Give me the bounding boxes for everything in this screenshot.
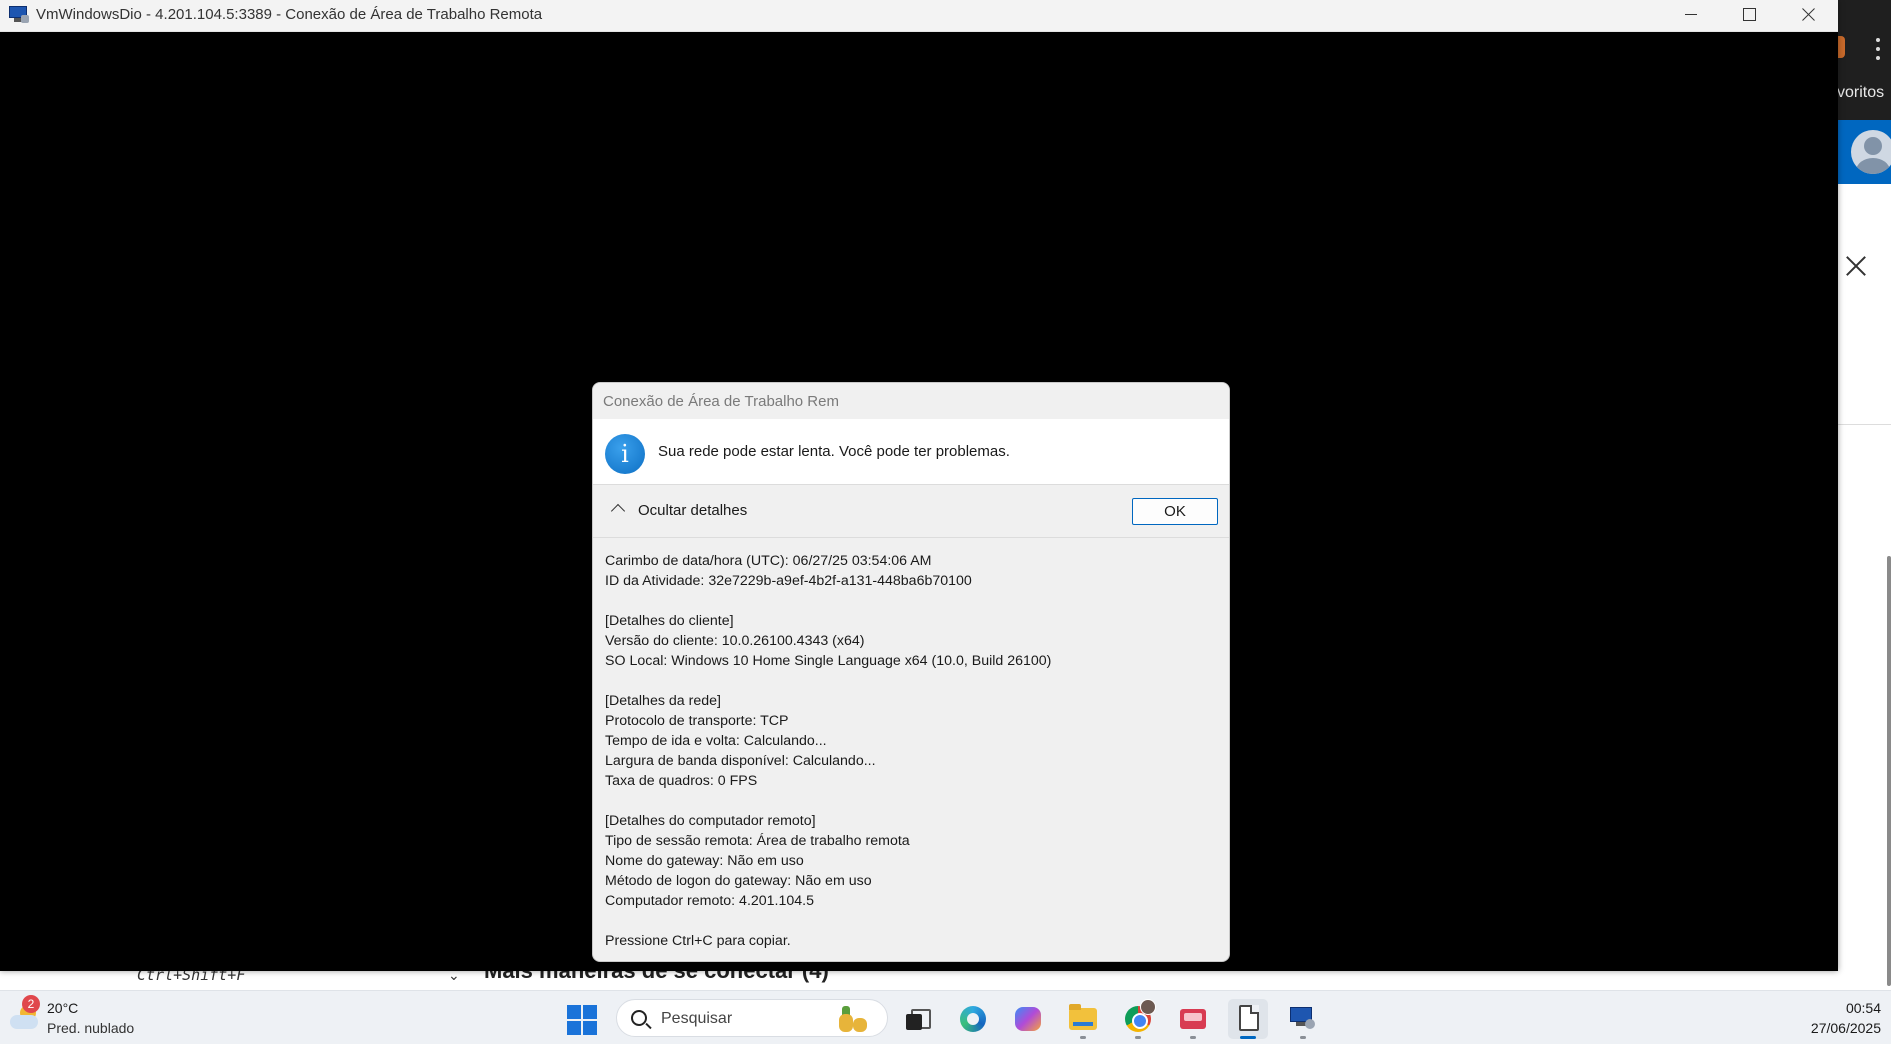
- taskbar: 2 20°C Pred. nublado Pesquisar 00:54 27/…: [0, 990, 1891, 1044]
- background-page: [0, 970, 1837, 990]
- start-button[interactable]: [567, 1005, 597, 1035]
- copilot-icon: [1015, 1007, 1041, 1031]
- dialog-title: Conexão de Área de Trabalho Rem: [603, 393, 839, 410]
- running-indicator: [1190, 1036, 1196, 1039]
- clock-date[interactable]: 27/06/2025: [1811, 1020, 1881, 1036]
- window-titlebar[interactable]: VmWindowsDio - 4.201.104.5:3389 - Conexã…: [0, 0, 1838, 32]
- scrollbar[interactable]: [1887, 556, 1891, 986]
- running-indicator: [1080, 1036, 1086, 1039]
- profile-badge-icon: [1140, 999, 1156, 1015]
- close-window-button[interactable]: [1780, 0, 1838, 32]
- taskbar-app-file-explorer[interactable]: [1063, 999, 1103, 1039]
- detail-line: Nome do gateway: Não em uso: [605, 853, 804, 869]
- detail-line: [Detalhes da rede]: [605, 693, 721, 709]
- detail-line: [Detalhes do cliente]: [605, 613, 734, 629]
- chevron-up-icon[interactable]: [610, 503, 626, 519]
- active-indicator: [1240, 1036, 1256, 1039]
- detail-line: Taxa de quadros: 0 FPS: [605, 773, 758, 789]
- detail-line: Pressione Ctrl+C para copiar.: [605, 933, 791, 949]
- hide-details-toggle[interactable]: Ocultar detalhes: [638, 502, 747, 519]
- detail-line: [Detalhes do computador remoto]: [605, 813, 816, 829]
- notepad-icon: [1239, 1005, 1259, 1031]
- extension-icon[interactable]: [1837, 36, 1845, 58]
- taskview-icon: [905, 1009, 931, 1030]
- weather-badge: 2: [22, 995, 40, 1013]
- minimize-button[interactable]: [1662, 0, 1720, 32]
- taskbar-app-copilot[interactable]: [1008, 999, 1048, 1039]
- detail-spacer: [605, 591, 1217, 611]
- detail-line: Carimbo de data/hora (UTC): 06/27/25 03:…: [605, 553, 932, 569]
- search-icon: [631, 1010, 647, 1026]
- taskbar-app-edge[interactable]: [953, 999, 993, 1039]
- taskbar-app-red[interactable]: [1173, 999, 1213, 1039]
- browser-toolbar: voritos: [1837, 0, 1891, 120]
- search-placeholder: Pesquisar: [661, 1010, 733, 1027]
- info-icon: i: [605, 434, 645, 474]
- details-text: Carimbo de data/hora (UTC): 06/27/25 03:…: [605, 551, 1217, 951]
- avatar-icon[interactable]: [1851, 130, 1891, 174]
- detail-line: SO Local: Windows 10 Home Single Languag…: [605, 653, 1052, 669]
- detail-spacer: [605, 791, 1217, 811]
- remote-desktop-icon[interactable]: [9, 6, 29, 24]
- weather-description[interactable]: Pred. nublado: [47, 1020, 134, 1036]
- detail-line: Versão do cliente: 10.0.26100.4343 (x64): [605, 633, 865, 649]
- detail-spacer: [605, 671, 1217, 691]
- taskbar-app-chrome[interactable]: [1118, 999, 1158, 1039]
- close-icon[interactable]: [1845, 255, 1867, 277]
- app-icon: [1180, 1009, 1206, 1029]
- detail-line: Método de logon do gateway: Não em uso: [605, 873, 872, 889]
- detail-spacer: [605, 911, 1217, 931]
- running-indicator: [1135, 1036, 1141, 1039]
- detail-line: ID da Atividade: 32e7229b-a9ef-4b2f-a131…: [605, 573, 972, 589]
- dialog-message-area: i Sua rede pode estar lenta. Você pode t…: [593, 419, 1229, 485]
- weather-temperature[interactable]: 20°C: [47, 1000, 78, 1016]
- edge-icon: [960, 1006, 986, 1032]
- taskbar-app-remote-desktop[interactable]: [1283, 999, 1323, 1039]
- detail-line: Largura de banda disponível: Calculando.…: [605, 753, 876, 769]
- background-browser-window: voritos: [1837, 0, 1891, 990]
- favorites-bar-label[interactable]: voritos: [1837, 84, 1884, 102]
- taskbar-app-notepad[interactable]: [1228, 999, 1268, 1039]
- pineapple-icon: [831, 1004, 877, 1034]
- ok-button[interactable]: OK: [1132, 498, 1218, 525]
- window-title: VmWindowsDio - 4.201.104.5:3389 - Conexã…: [36, 6, 543, 23]
- detail-line: Tipo de sessão remota: Área de trabalho …: [605, 833, 910, 849]
- dialog-button-bar: Ocultar detalhes OK: [593, 486, 1229, 538]
- detail-line: Protocolo de transporte: TCP: [605, 713, 789, 729]
- remote-desktop-icon: [1290, 1007, 1316, 1031]
- taskbar-app-task-view[interactable]: [897, 999, 937, 1039]
- running-indicator: [1300, 1036, 1306, 1039]
- maximize-button[interactable]: [1720, 0, 1778, 32]
- divider: [1837, 424, 1891, 425]
- folder-icon: [1069, 1004, 1097, 1030]
- profile-banner: [1837, 120, 1891, 184]
- clock-time[interactable]: 00:54: [1846, 1000, 1881, 1016]
- network-warning-dialog: Conexão de Área de Trabalho Rem i Sua re…: [592, 382, 1230, 962]
- search-input[interactable]: Pesquisar: [616, 999, 888, 1037]
- dialog-titlebar[interactable]: Conexão de Área de Trabalho Rem: [593, 383, 1229, 419]
- detail-line: Tempo de ida e volta: Calculando...: [605, 733, 827, 749]
- browser-menu-icon[interactable]: [1871, 38, 1885, 60]
- detail-line: Computador remoto: 4.201.104.5: [605, 893, 815, 909]
- dialog-message: Sua rede pode estar lenta. Você pode ter…: [658, 443, 1010, 460]
